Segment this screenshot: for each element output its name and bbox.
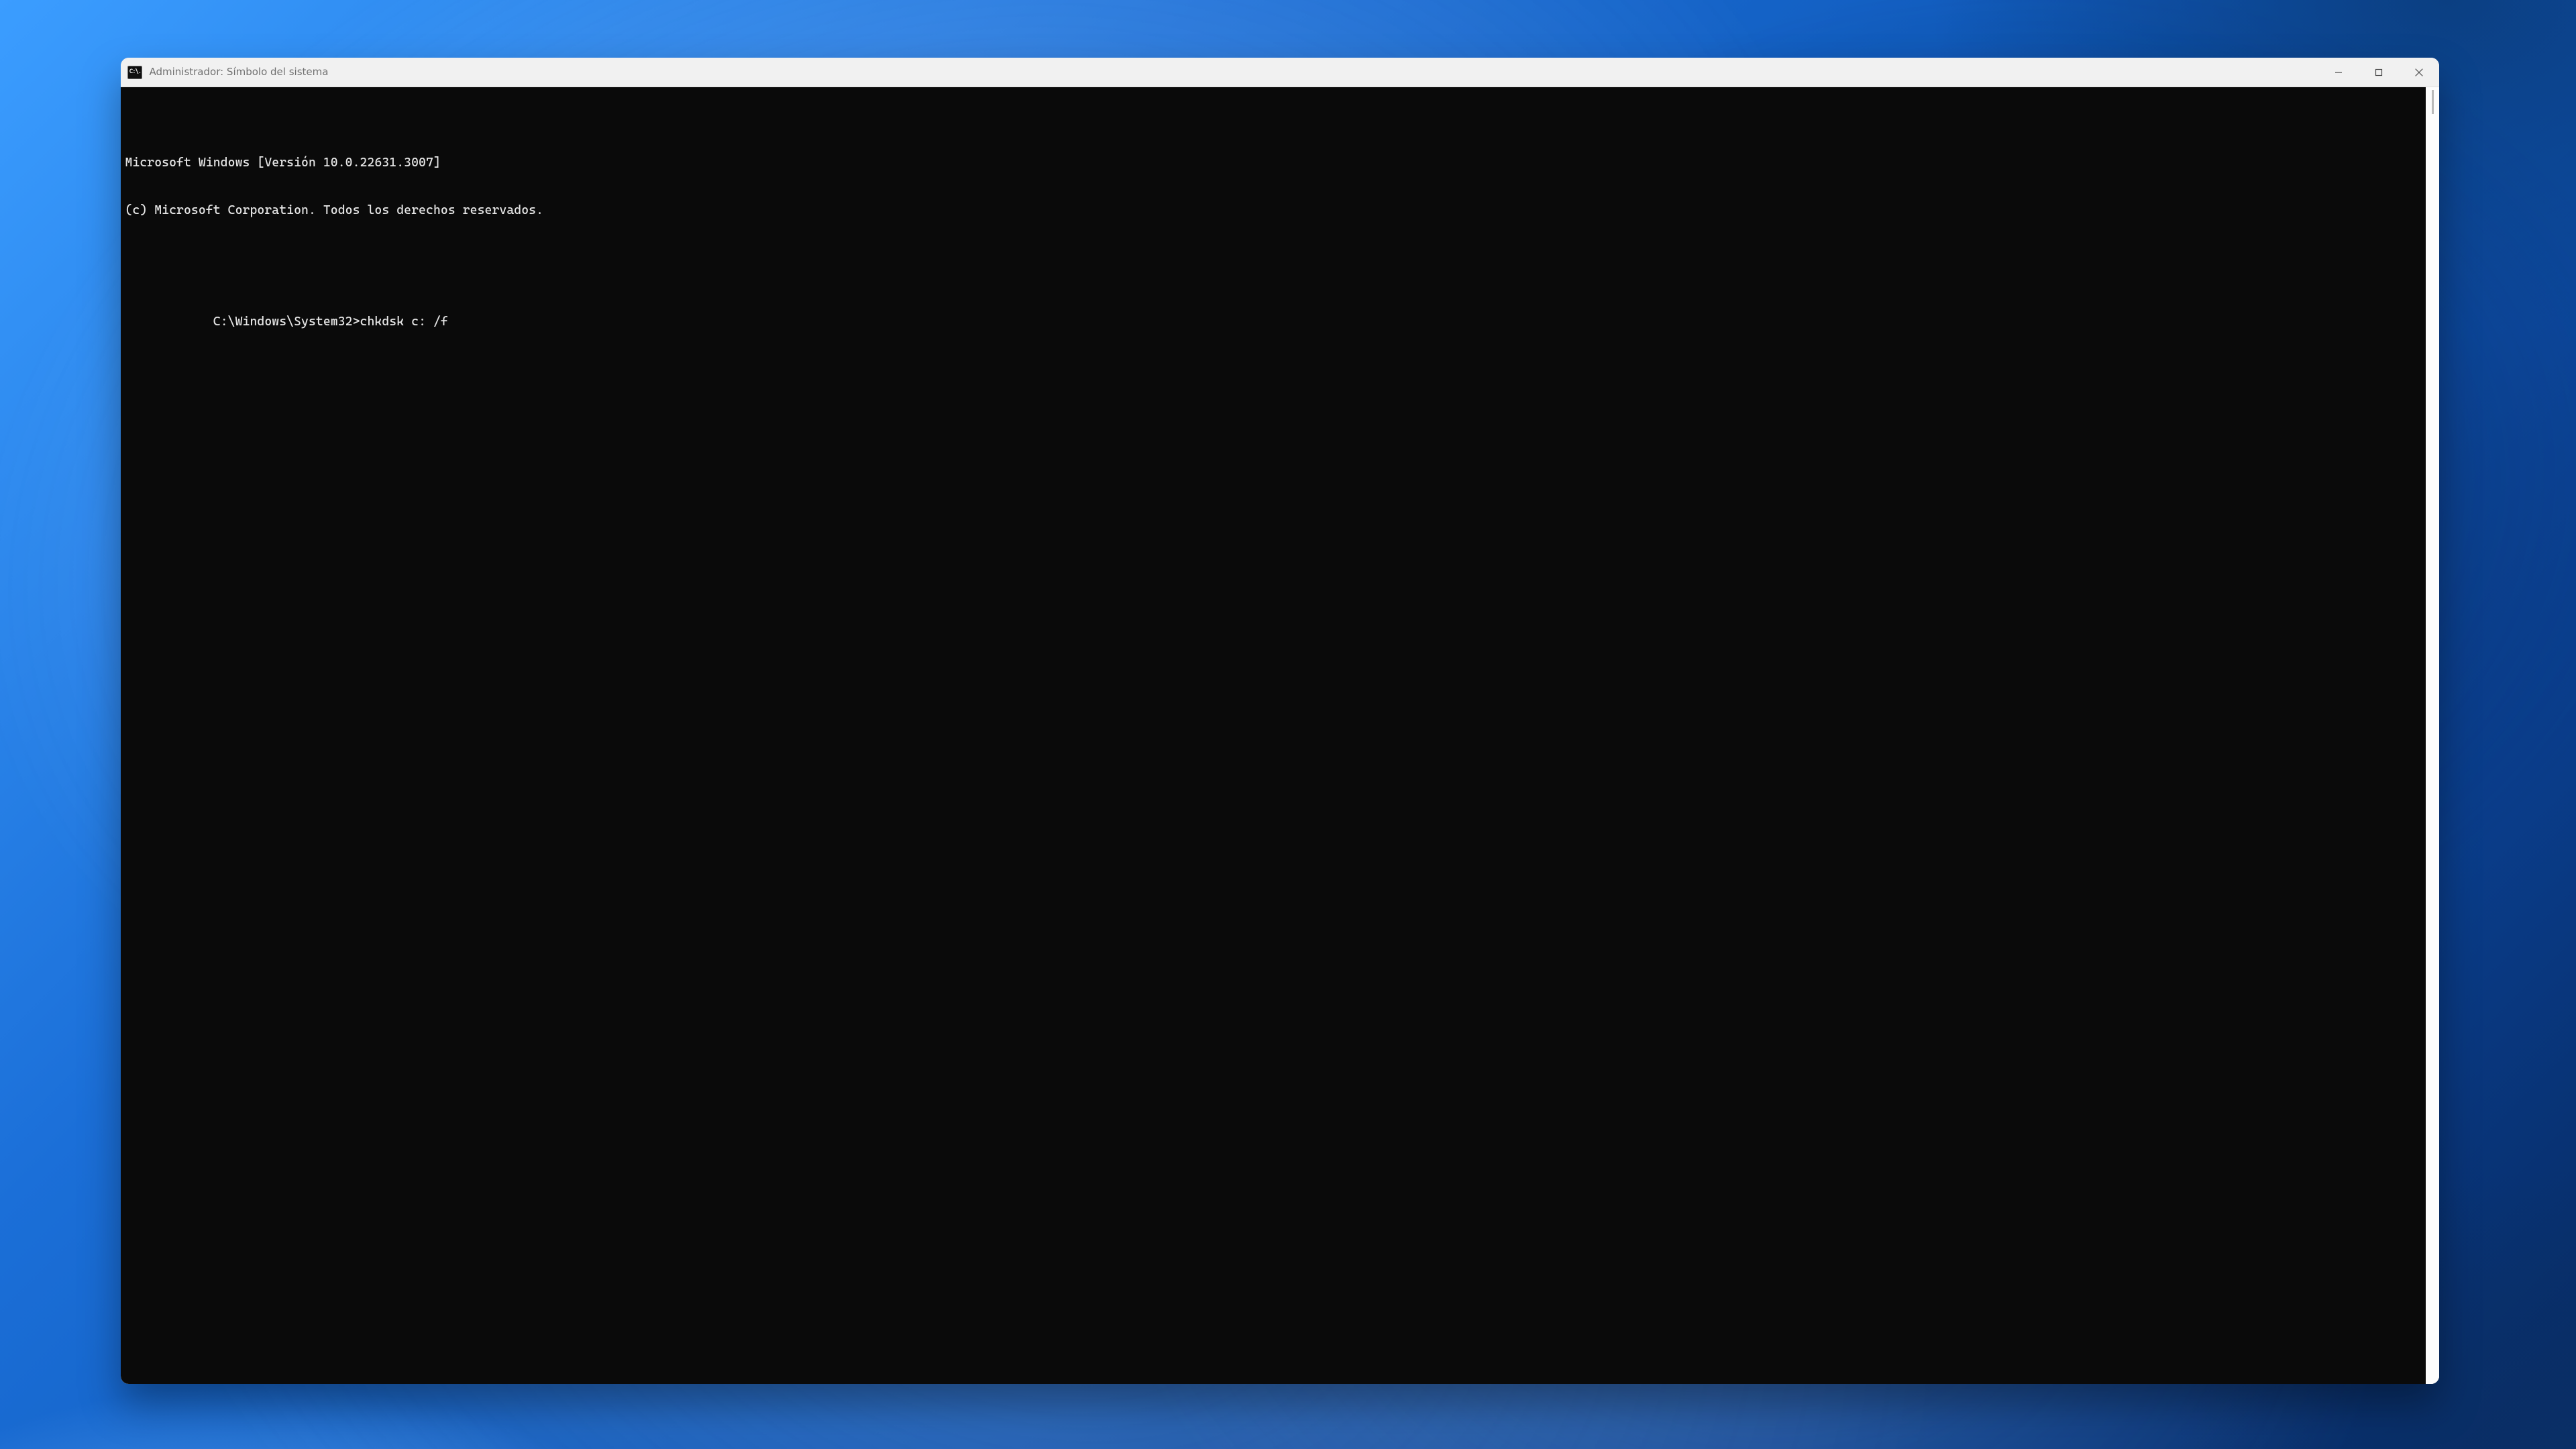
scrollbar-thumb[interactable] — [2432, 90, 2434, 114]
terminal-blank-line — [125, 250, 2418, 266]
close-icon — [2415, 68, 2423, 76]
scrollbar-track — [2429, 89, 2436, 1382]
command-prompt-window: C:\. Administrador: Símbolo del sistema — [121, 58, 2439, 1383]
terminal-command-line: C:\Windows\System32>chkdsk c: /f — [125, 298, 2418, 345]
terminal-line-copyright: (c) Microsoft Corporation. Todos los der… — [125, 203, 2418, 219]
terminal-line-version: Microsoft Windows [Versión 10.0.22631.30… — [125, 155, 2418, 171]
cmd-app-icon-glyph: C:\. — [129, 69, 141, 75]
vertical-scrollbar[interactable] — [2426, 87, 2439, 1383]
desktop-wallpaper: C:\. Administrador: Símbolo del sistema — [0, 0, 2576, 1449]
terminal-area: Microsoft Windows [Versión 10.0.22631.30… — [121, 87, 2439, 1383]
terminal-typed-command: chkdsk c: /f — [360, 315, 448, 329]
maximize-icon — [2375, 68, 2383, 76]
cmd-app-icon: C:\. — [127, 66, 142, 79]
window-title: Administrador: Símbolo del sistema — [149, 67, 328, 77]
minimize-icon — [2334, 68, 2343, 76]
close-button[interactable] — [2399, 58, 2439, 87]
minimize-button[interactable] — [2318, 58, 2359, 87]
terminal-prompt: C:\Windows\System32> — [213, 315, 360, 329]
maximize-button[interactable] — [2359, 58, 2399, 87]
window-controls — [2318, 58, 2439, 87]
window-titlebar[interactable]: C:\. Administrador: Símbolo del sistema — [121, 58, 2439, 87]
terminal-output[interactable]: Microsoft Windows [Versión 10.0.22631.30… — [121, 87, 2426, 1383]
